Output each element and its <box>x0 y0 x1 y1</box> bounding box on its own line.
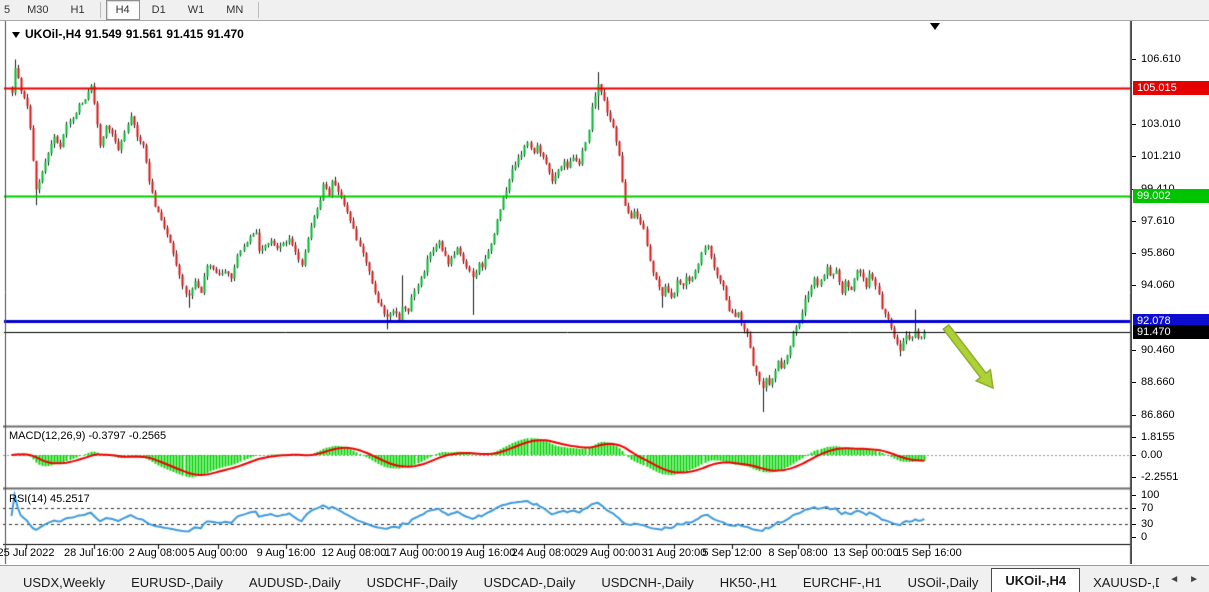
axis-tick-label: 70 <box>1141 502 1153 514</box>
axis-tick-label: 86.860 <box>1141 409 1175 421</box>
axis-tick-mark <box>1132 524 1136 525</box>
time-axis-label: 31 Aug 20:00 <box>642 547 707 559</box>
chevron-down-icon <box>12 32 20 38</box>
chart-canvas[interactable] <box>3 21 1131 564</box>
axis-tick-label: -2.2551 <box>1141 471 1178 483</box>
axis-tick-mark <box>1132 508 1136 509</box>
time-axis-label: 28 Jul 16:00 <box>64 547 124 559</box>
axis-tick-mark <box>1132 455 1136 456</box>
time-axis-label: 5 Sep 12:00 <box>702 547 761 559</box>
axis-tick-label: 100 <box>1141 489 1159 501</box>
toolbar-separator <box>258 2 259 18</box>
tab-eurusd-daily[interactable]: EURUSD-,Daily <box>118 573 236 592</box>
tab-ukoil-h4[interactable]: UKOil-,H4 <box>991 568 1080 592</box>
chart-ohlc-header: UKOil-,H4 91.549 91.56191.415 91.470 <box>12 27 248 41</box>
macd-indicator-label: MACD(12,26,9) -0.3797 -0.2565 <box>9 430 166 442</box>
axis-tick-label: 103.010 <box>1141 118 1181 130</box>
tab-xauusd-daily[interactable]: XAUUSD-,Daily <box>1080 573 1159 592</box>
timeframe-button-w1[interactable]: W1 <box>178 0 215 20</box>
time-axis-label: 15 Sep 16:00 <box>896 547 961 559</box>
current-bar-marker-icon <box>930 23 940 30</box>
timeframe-button-d1[interactable]: D1 <box>142 0 176 20</box>
price-axis: 106.610103.010101.21099.41097.61095.8609… <box>1131 21 1209 564</box>
axis-tick-mark <box>1132 124 1136 125</box>
axis-tick-mark <box>1132 477 1136 478</box>
time-axis-label: 17 Aug 00:00 <box>385 547 450 559</box>
mt4-terminal: 5M30H1H4D1W1MN UKOil-,H491.54991.56191.4… <box>0 0 1209 592</box>
price-badge-99.002: 99.002 <box>1133 189 1209 203</box>
tab-usdcad-daily[interactable]: USDCAD-,Daily <box>471 573 589 592</box>
axis-tick-mark <box>1132 59 1136 60</box>
axis-tick-mark <box>1132 495 1136 496</box>
price-badge-91.470: 91.470 <box>1133 325 1209 339</box>
time-axis-label: 29 Aug 00:00 <box>576 547 641 559</box>
timeframe-toolbar: 5M30H1 H4D1W1MN <box>0 0 1209 21</box>
tab-scroll-right-icon[interactable]: ► <box>1189 575 1199 585</box>
axis-tick-label: 106.610 <box>1141 53 1181 65</box>
chart-tabs: USDX,WeeklyEURUSD-,DailyAUDUSD-,DailyUSD… <box>0 566 1159 592</box>
time-axis-label: 25 Jul 2022 <box>0 547 54 559</box>
axis-tick-label: 0.00 <box>1141 449 1162 461</box>
timeframe-button-5[interactable]: 5 <box>1 0 15 20</box>
axis-tick-mark <box>1132 437 1136 438</box>
tab-scroll-arrows: ◄ ► <box>1159 566 1209 592</box>
chart-tab-bar: USDX,WeeklyEURUSD-,DailyAUDUSD-,DailyUSD… <box>0 565 1209 592</box>
timeframe-button-mn[interactable]: MN <box>216 0 253 20</box>
ohlc-high: 91.561 <box>126 27 163 41</box>
axis-tick-label: 30 <box>1141 518 1153 530</box>
tab-hk50-h1[interactable]: HK50-,H1 <box>707 573 790 592</box>
tab-scroll-left-icon[interactable]: ◄ <box>1169 575 1179 585</box>
axis-tick-mark <box>1132 382 1136 383</box>
timeframe-button-m30[interactable]: M30 <box>17 0 58 20</box>
timeframe-button-h1[interactable]: H1 <box>61 0 95 20</box>
axis-tick-mark <box>1132 221 1136 222</box>
time-axis-label: 9 Aug 16:00 <box>257 547 316 559</box>
ohlc-open: 91.549 <box>85 27 122 41</box>
tab-usdcnh-daily[interactable]: USDCNH-,Daily <box>588 573 706 592</box>
ohlc-low: 91.415 <box>166 27 203 41</box>
axis-tick-label: 97.610 <box>1141 215 1175 227</box>
time-axis-label: 8 Sep 08:00 <box>768 547 827 559</box>
axis-tick-label: 88.660 <box>1141 376 1175 388</box>
axis-tick-mark <box>1132 537 1136 538</box>
tab-usoil-daily[interactable]: USOil-,Daily <box>895 573 992 592</box>
axis-tick-mark <box>1132 156 1136 157</box>
axis-tick-label: 95.860 <box>1141 247 1175 259</box>
time-axis-label: 19 Aug 16:00 <box>451 547 516 559</box>
axis-tick-label: 90.460 <box>1141 344 1175 356</box>
axis-tick-label: 101.210 <box>1141 150 1181 162</box>
time-axis-label: 12 Aug 08:00 <box>322 547 387 559</box>
time-axis-label: 13 Sep 00:00 <box>833 547 898 559</box>
axis-tick-mark <box>1132 253 1136 254</box>
time-axis-label: 24 Aug 08:00 <box>512 547 577 559</box>
tab-usdx-weekly[interactable]: USDX,Weekly <box>10 573 118 592</box>
axis-tick-mark <box>1132 285 1136 286</box>
axis-tick-label: 0 <box>1141 531 1147 543</box>
axis-tick-mark <box>1132 415 1136 416</box>
ohlc-close: 91.470 <box>207 27 244 41</box>
time-axis: 25 Jul 2022 28 Jul 16:00 2 Aug 08:005 Aug … <box>0 546 1131 564</box>
price-badge-105.015: 105.015 <box>1133 81 1209 95</box>
symbol-label: UKOil-,H4 <box>25 27 81 41</box>
axis-tick-mark <box>1132 350 1136 351</box>
tab-usdchf-daily[interactable]: USDCHF-,Daily <box>354 573 471 592</box>
time-axis-label: 2 Aug 08:00 <box>129 547 188 559</box>
tab-eurchf-h1[interactable]: EURCHF-,H1 <box>790 573 895 592</box>
timeframe-button-h4[interactable]: H4 <box>106 0 140 20</box>
tab-audusd-daily[interactable]: AUDUSD-,Daily <box>236 573 354 592</box>
time-axis-label: 5 Aug 00:00 <box>189 547 248 559</box>
axis-tick-label: 94.060 <box>1141 279 1175 291</box>
toolbar-separator <box>100 2 101 18</box>
rsi-indicator-label: RSI(14) 45.2517 <box>9 493 90 505</box>
axis-tick-label: 1.8155 <box>1141 431 1175 443</box>
